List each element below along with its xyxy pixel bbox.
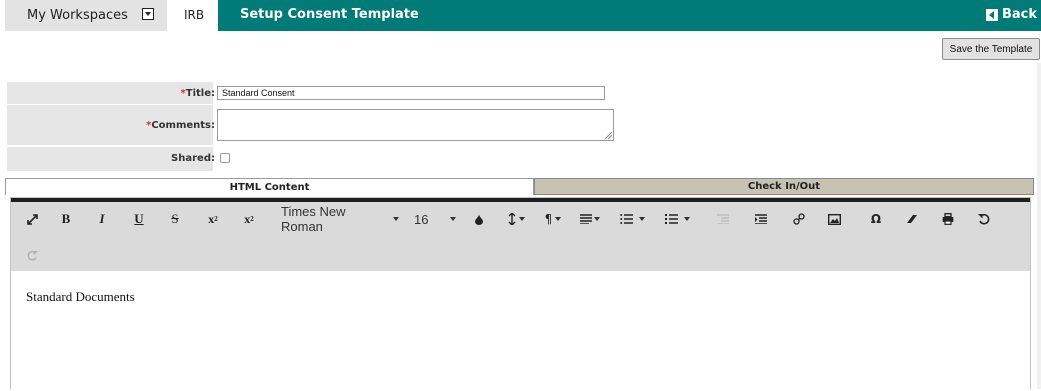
shared-checkbox[interactable]: [220, 153, 230, 163]
save-template-button[interactable]: Save the Template: [942, 38, 1040, 60]
comments-label: *Comments:: [146, 120, 215, 131]
back-label: Back: [1001, 7, 1037, 22]
page-title-bar: Setup Consent Template Back: [218, 0, 1041, 31]
align-icon[interactable]: [578, 210, 602, 228]
workspaces-label: My Workspaces: [27, 8, 128, 23]
font-family-select[interactable]: Times New Roman: [281, 204, 399, 234]
paragraph-icon[interactable]: ¶: [542, 210, 564, 228]
outdent-icon[interactable]: [716, 210, 730, 228]
page-scrollbar[interactable]: [1037, 63, 1041, 389]
image-icon[interactable]: [826, 210, 842, 228]
unordered-list-icon[interactable]: [662, 210, 692, 228]
link-icon[interactable]: [792, 210, 806, 228]
comments-textarea[interactable]: [217, 109, 614, 141]
font-size-caret-icon: [450, 217, 457, 221]
top-bar: My Workspaces IRB Setup Consent Template…: [0, 0, 1041, 31]
eraser-icon[interactable]: [905, 210, 919, 228]
italic-icon[interactable]: I: [95, 210, 109, 228]
section-label[interactable]: IRB: [184, 8, 204, 22]
back-arrow-icon: [985, 8, 998, 21]
shared-label-cell: Shared:: [7, 147, 215, 171]
bold-icon[interactable]: B: [59, 210, 73, 228]
shared-label: Shared:: [171, 153, 215, 164]
print-icon[interactable]: [941, 210, 955, 228]
fullscreen-icon[interactable]: [25, 210, 39, 228]
comments-label-cell: *Comments:: [7, 105, 215, 145]
underline-icon[interactable]: U: [132, 210, 146, 228]
redo-icon[interactable]: [25, 246, 39, 264]
tab-check-in-out[interactable]: Check In/Out: [534, 178, 1034, 195]
text-color-icon[interactable]: [473, 210, 485, 228]
special-char-icon[interactable]: Ω: [869, 210, 883, 228]
title-label-cell: *Title:: [7, 82, 215, 104]
dropdown-icon[interactable]: [142, 8, 154, 20]
strikethrough-icon[interactable]: S: [168, 210, 182, 228]
superscript-icon[interactable]: x2: [241, 210, 257, 228]
tab-html-content[interactable]: HTML Content: [5, 178, 534, 195]
font-size-select[interactable]: 16: [414, 210, 469, 228]
workspaces-menu[interactable]: My Workspaces: [5, 0, 167, 31]
resize-handle-icon[interactable]: [605, 132, 612, 139]
font-family-caret-icon: [393, 217, 399, 221]
subscript-icon[interactable]: x2: [205, 210, 221, 228]
editor-content-text: Standard Documents: [26, 289, 135, 304]
ordered-list-icon[interactable]: [617, 210, 647, 228]
indent-icon[interactable]: [754, 210, 768, 228]
title-input[interactable]: [217, 86, 605, 100]
undo-icon[interactable]: [977, 210, 991, 228]
rich-text-editor: B I U S x2 x2 Times New Roman 16 ¶ Ω Sta…: [10, 197, 1031, 391]
line-height-icon[interactable]: [505, 210, 527, 228]
editor-content-area[interactable]: Standard Documents: [11, 271, 1030, 391]
shared-row: Shared:: [7, 147, 1031, 171]
title-label: *Title:: [180, 88, 215, 99]
back-button[interactable]: Back: [985, 7, 1037, 22]
editor-toolbar: B I U S x2 x2 Times New Roman 16 ¶ Ω: [11, 202, 1030, 271]
page-title: Setup Consent Template: [240, 7, 419, 22]
